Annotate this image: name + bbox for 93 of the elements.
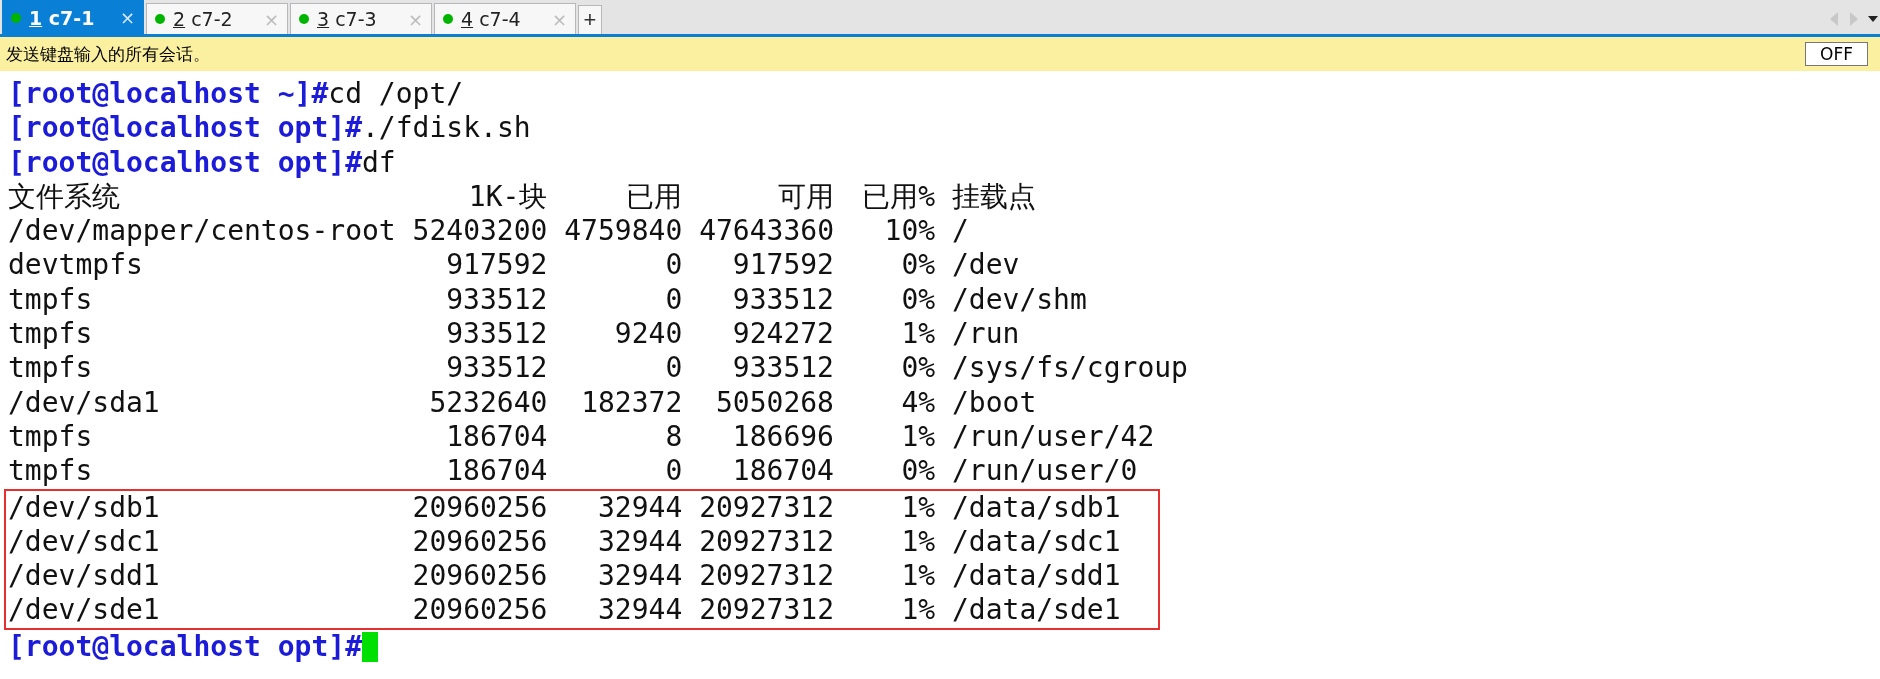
session-tab[interactable]: 3 c7-3 × (290, 3, 432, 34)
output-cell-text: 20927312 (698, 559, 834, 594)
output-cell-text: 10% (883, 214, 936, 249)
output-cell-text: 917592 (731, 248, 834, 283)
output-cell-text: 32944 (597, 593, 683, 628)
command-line: [root@localhost opt]#df (8, 145, 396, 180)
output-cell-text: /dev/sda1 (8, 385, 161, 420)
output-cell-text: /dev/sdb1 (8, 490, 161, 525)
session-tab[interactable]: 4 c7-4 × (434, 3, 576, 34)
output-cell-text: 4% (900, 385, 936, 420)
scroll-left-icon[interactable] (1828, 10, 1840, 27)
column-header: 挂载点 (950, 179, 1036, 215)
column-header: 已用% (861, 179, 936, 215)
output-cell-text: /boot (950, 385, 1037, 420)
output-cell-text: /data/sde1 (950, 593, 1121, 628)
output-cell-text: 1% (900, 419, 936, 455)
column-header: 已用 (625, 179, 683, 215)
output-cell-text: 186704 (445, 419, 548, 455)
output-cell-text: tmpfs (8, 317, 94, 352)
output-cell-text: 0% (900, 351, 936, 386)
output-cell-text: 1% (900, 490, 936, 525)
output-cell-text: 933512 (731, 282, 834, 318)
output-cell-text: 32944 (597, 490, 683, 525)
scroll-right-icon[interactable] (1848, 10, 1860, 27)
output-cell-text: devtmpfs (8, 248, 144, 283)
output-cell-text: 1% (900, 559, 936, 594)
output-cell-text: 20927312 (698, 524, 834, 560)
output-cell-text: 1% (900, 317, 936, 352)
output-cell-text: /run/user/0 (950, 454, 1138, 489)
column-header: 1K-块 (467, 179, 548, 215)
dropdown-caret-icon[interactable] (1868, 15, 1878, 22)
output-cell-text: /dev/sdc1 (8, 524, 161, 560)
output-cell-text: /dev/sdd1 (8, 559, 161, 594)
output-cell-text: 0 (664, 351, 683, 386)
output-cell-text: 5232640 (428, 385, 548, 420)
output-cell-text: 32944 (597, 559, 683, 594)
output-cell-text: 20960256 (411, 559, 548, 594)
command-line: [root@localhost ~]#cd /opt/ (8, 77, 464, 112)
session-tab[interactable]: 1 c7-1 × (2, 0, 144, 34)
output-cell-text: 1% (900, 593, 936, 628)
output-cell-text: /dev/shm (950, 282, 1087, 318)
output-cell-text: 47643360 (698, 214, 834, 249)
output-cell-text: /dev (950, 248, 1020, 283)
output-cell-text: 1% (900, 524, 936, 560)
output-cell-text: 20927312 (698, 490, 834, 525)
output-cell-text: 0 (664, 454, 683, 489)
output-cell-text: 0% (900, 248, 936, 283)
output-cell-text: 0 (664, 282, 683, 318)
output-cell-text: 933512 (445, 351, 548, 386)
output-cell-text: /data/sdd1 (950, 559, 1121, 594)
output-cell-text: 933512 (445, 282, 548, 318)
output-cell-text: /dev/sde1 (8, 593, 161, 628)
output-cell-text: 20960256 (411, 593, 548, 628)
output-cell-text: 0% (900, 282, 936, 318)
output-cell-text: 0 (664, 248, 683, 283)
output-cell-text: 20960256 (411, 524, 548, 560)
output-cell-text: /sys/fs/cgroup (950, 351, 1188, 386)
broadcast-message: 发送键盘输入的所有会话。 (6, 42, 210, 66)
output-cell-text: 917592 (445, 248, 548, 283)
broadcast-toggle-button[interactable]: OFF (1805, 42, 1868, 66)
output-cell-text: 20960256 (411, 490, 548, 525)
output-cell-text: 933512 (731, 351, 834, 386)
output-cell-text: 9240 (613, 317, 683, 352)
output-cell-text: 186696 (731, 419, 834, 455)
output-cell-text: 20927312 (698, 593, 834, 628)
output-cell-text: /data/sdc1 (950, 524, 1121, 560)
output-cell-text: /data/sdb1 (950, 490, 1121, 525)
output-cell-text: /run/user/42 (950, 419, 1155, 455)
column-header: 文件系统 (8, 179, 121, 215)
output-cell-text: / (950, 214, 969, 249)
command-line: [root@localhost opt]#./fdisk.sh (8, 111, 531, 146)
new-tab-button[interactable]: + (578, 5, 602, 34)
output-cell-text: 182372 (580, 385, 683, 420)
output-cell-text: tmpfs (8, 419, 94, 455)
output-cell-text: 8 (664, 419, 683, 455)
output-cell-text: 4759840 (563, 214, 683, 249)
output-cell-text: 186704 (731, 454, 834, 489)
output-cell-text: 924272 (731, 317, 834, 352)
output-cell-text: 52403200 (411, 214, 548, 249)
output-cell-text: tmpfs (8, 454, 94, 489)
output-cell-text: tmpfs (8, 351, 94, 386)
output-cell-text: 933512 (445, 317, 548, 352)
output-cell: /dev/mapper/centos-root (8, 214, 396, 249)
output-cell-text: 186704 (445, 454, 548, 489)
session-tab[interactable]: 2 c7-2 × (146, 3, 288, 34)
shell-prompt: [root@localhost opt]# (8, 629, 362, 665)
column-header: 可用 (777, 179, 834, 215)
output-cell-text: tmpfs (8, 282, 94, 318)
output-cell-text: 0% (900, 454, 936, 489)
text-cursor (362, 631, 378, 662)
output-cell-text: 32944 (597, 524, 683, 560)
output-cell-text: 5050268 (714, 385, 834, 420)
output-cell-text: /run (950, 317, 1020, 352)
